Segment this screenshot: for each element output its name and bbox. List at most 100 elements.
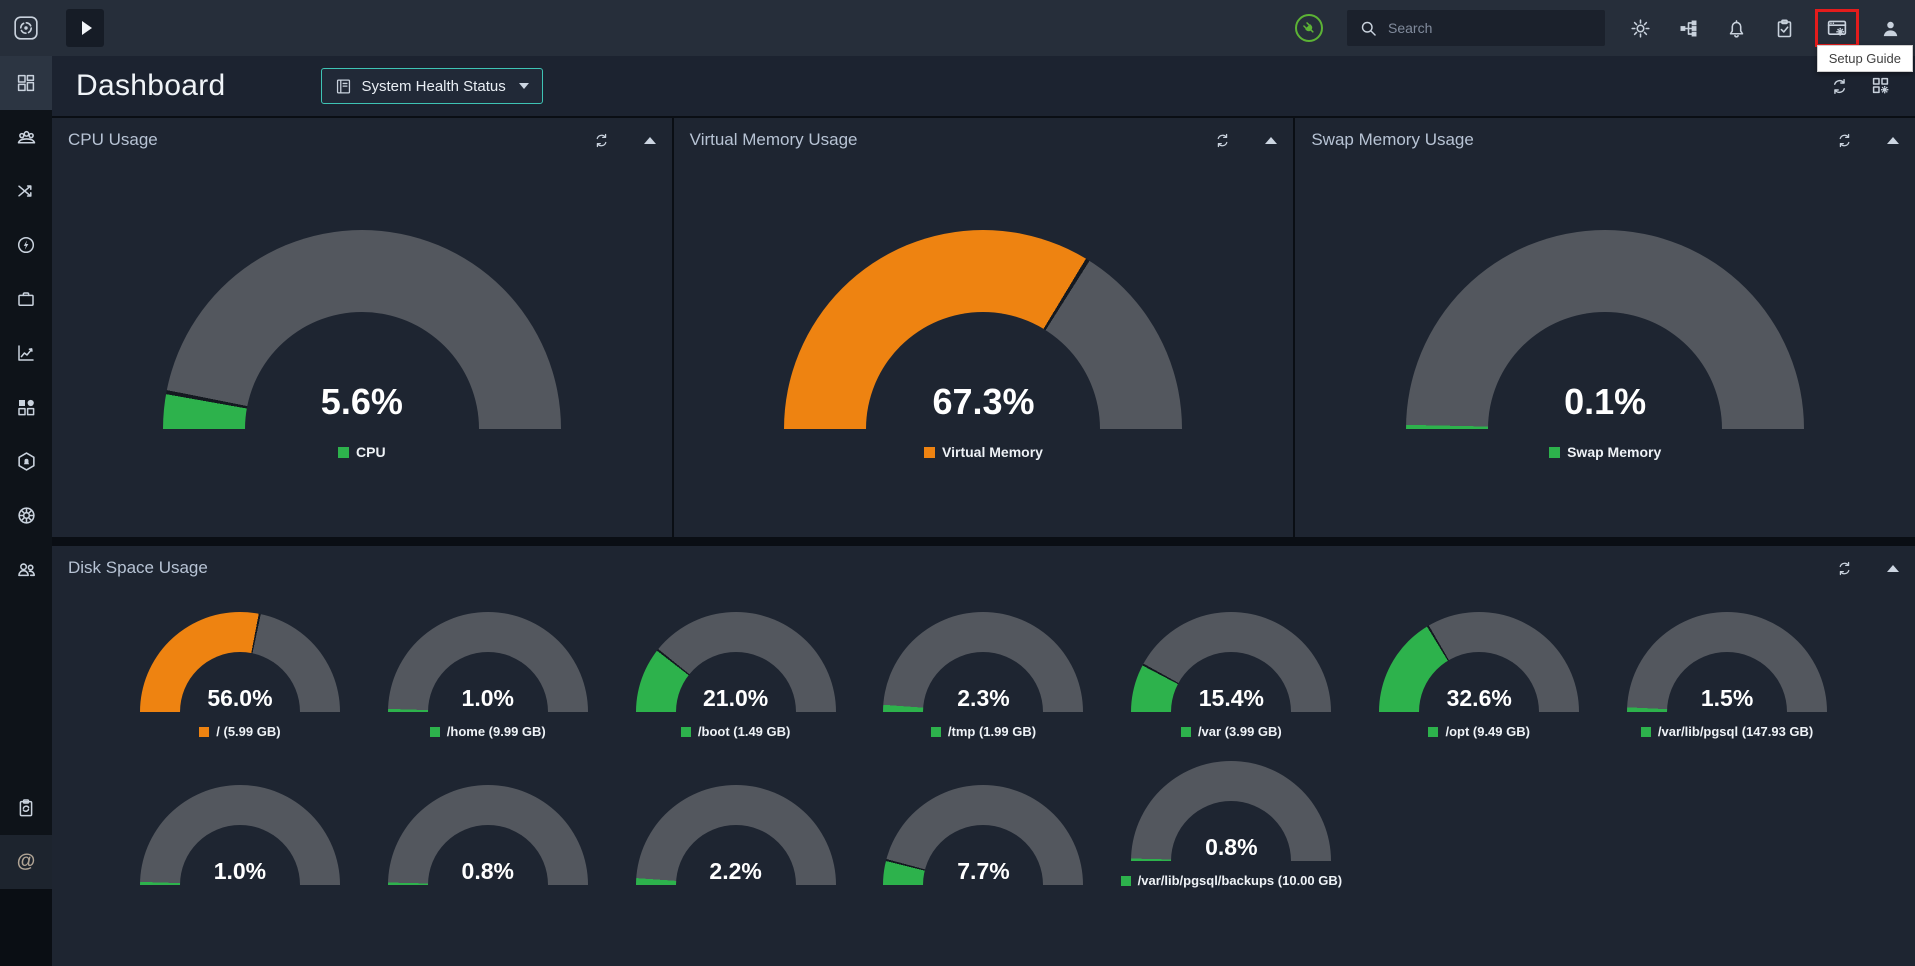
- sidebar-item-dashboard[interactable]: [0, 56, 52, 110]
- disk-gauge: 2.3%: [883, 612, 1084, 712]
- users-icon: [16, 559, 37, 580]
- panel-collapse-icon[interactable]: [1265, 136, 1278, 144]
- disk-gauge-cell: 15.4% /var (3.99 GB): [1107, 612, 1355, 739]
- reports-chart-icon: [16, 343, 36, 363]
- disk-gauge-cell: 21.0% /boot (1.49 GB): [612, 612, 860, 739]
- panel-disk-space-usage: Disk Space Usage 56.0% / (5.99 GB) 1.0% …: [52, 546, 1915, 966]
- alarm-hexagon-icon: [16, 451, 37, 472]
- main-content: Dashboard System Health Status CPU Usage…: [52, 56, 1915, 966]
- disk-gauge: 0.8%: [1131, 761, 1332, 861]
- app-logo[interactable]: [0, 0, 52, 56]
- legend-swatch: [338, 446, 350, 458]
- sidebar-item-admin[interactable]: [0, 488, 52, 542]
- page-header: Dashboard System Health Status: [52, 56, 1915, 118]
- sidebar-item-users[interactable]: [0, 542, 52, 596]
- sitemap-icon[interactable]: [1677, 17, 1699, 39]
- disk-gauge-cell: 2.2%: [612, 785, 860, 912]
- search-input[interactable]: [1388, 20, 1593, 36]
- panel-refresh-icon[interactable]: [1214, 132, 1231, 149]
- panel-refresh-icon[interactable]: [1836, 560, 1853, 577]
- tasks-clipboard-icon[interactable]: [1773, 17, 1795, 39]
- monitor-groups-icon: [16, 127, 37, 148]
- network-flow-icon: [16, 181, 36, 201]
- disk-gauge-cell: 2.3% /tmp (1.99 GB): [860, 612, 1108, 739]
- cpu-gauge: 5.6%: [162, 230, 561, 429]
- sidebar-item-network-flow[interactable]: [0, 164, 52, 218]
- gauge-value: 5.6%: [320, 381, 403, 422]
- page-title: Dashboard: [76, 69, 226, 102]
- sidebar-item-support[interactable]: @: [0, 835, 52, 889]
- panel-title: CPU Usage: [68, 130, 158, 149]
- sidebar-item-quick-actions[interactable]: [0, 218, 52, 272]
- sidebar-item-inventory[interactable]: [0, 272, 52, 326]
- disk-gauge-cell: 1.0%: [116, 785, 364, 912]
- settings-gear-icon[interactable]: [1629, 17, 1651, 39]
- refresh-icon[interactable]: [1829, 76, 1849, 96]
- gauge-value: 67.3%: [932, 381, 1035, 422]
- gauge-panels-row: CPU Usage 5.6% CPU Virtual Memory Usage …: [52, 118, 1915, 537]
- disk-gauge-cell: 7.7%: [860, 785, 1108, 912]
- dashboard-view-selector[interactable]: System Health Status: [321, 68, 543, 104]
- legend-swatch: [924, 446, 936, 458]
- notifications-bell-icon[interactable]: [1725, 17, 1747, 39]
- panel-refresh-icon[interactable]: [1836, 132, 1853, 149]
- panel-title: Virtual Memory Usage: [689, 130, 858, 149]
- disk-gauge: 1.0%: [139, 785, 340, 885]
- disk-gauge: 0.8%: [387, 785, 588, 885]
- disk-gauge-cell: 1.0% /home (9.99 GB): [364, 612, 612, 739]
- widgets-icon: [16, 397, 36, 417]
- gauge-value: 0.1%: [1564, 381, 1647, 422]
- panel-title: Swap Memory Usage: [1311, 130, 1474, 149]
- disk-gauge-cell: 56.0% / (5.99 GB): [116, 612, 364, 739]
- disk-gauge: 2.2%: [635, 785, 836, 885]
- dashboard-settings-icon[interactable]: [1871, 76, 1891, 96]
- panel-refresh-icon[interactable]: [593, 132, 610, 149]
- sidebar-item-audit[interactable]: [0, 781, 52, 835]
- disk-gauge: 56.0%: [139, 612, 340, 712]
- disk-gauge: 1.0%: [387, 612, 588, 712]
- expand-menu-button[interactable]: [66, 9, 104, 47]
- panel-collapse-icon[interactable]: [1887, 136, 1899, 144]
- app-logo-icon: [13, 15, 39, 41]
- top-bar: Setup Guide: [0, 0, 1915, 72]
- legend-swatch: [680, 726, 691, 737]
- legend-swatch: [1640, 726, 1651, 737]
- panel-collapse-icon[interactable]: [1887, 564, 1899, 572]
- panel-title: Disk Space Usage: [68, 558, 208, 577]
- dashboard-view-label: System Health Status: [361, 77, 506, 95]
- disk-gauge-cell: 32.6% /opt (9.49 GB): [1355, 612, 1603, 739]
- gauge-legend: CPU: [52, 444, 672, 460]
- sidebar-item-alarms[interactable]: [0, 434, 52, 488]
- sidebar-item-monitor-groups[interactable]: [0, 110, 52, 164]
- search-icon: [1359, 19, 1378, 38]
- sidebar-item-widgets[interactable]: [0, 380, 52, 434]
- quick-flash-icon: [16, 235, 36, 255]
- disk-gauge: 32.6%: [1379, 612, 1580, 712]
- search-box[interactable]: [1347, 10, 1605, 46]
- panel-swap-memory-usage: Swap Memory Usage 0.1% Swap Memory: [1295, 118, 1915, 537]
- panel-virtual-memory-usage: Virtual Memory Usage 67.3% Virtual Memor…: [673, 118, 1294, 537]
- user-profile-icon[interactable]: [1879, 17, 1901, 39]
- panel-collapse-icon[interactable]: [643, 136, 656, 144]
- support-at-icon: @: [16, 851, 36, 872]
- disk-gauge-cell: 0.8%: [364, 785, 612, 912]
- audit-clipboard-icon: [16, 798, 36, 818]
- admin-wheel-icon: [16, 505, 37, 526]
- legend-swatch: [1120, 875, 1131, 886]
- swap-memory-gauge: 0.1%: [1406, 230, 1805, 429]
- legend-swatch: [429, 726, 440, 737]
- disk-gauges-row-2: 1.0% 0.8% 2.2% 7.7% 0.8% /var/lib/pgsql/…: [52, 761, 1915, 912]
- disk-gauge: 21.0%: [635, 612, 836, 712]
- disk-gauge: 7.7%: [883, 785, 1084, 885]
- setup-guide-tooltip: Setup Guide: [1816, 45, 1913, 72]
- legend-swatch: [930, 726, 941, 737]
- chevron-down-icon: [518, 83, 529, 89]
- panel-cpu-usage: CPU Usage 5.6% CPU: [52, 118, 672, 537]
- sidebar-item-reports[interactable]: [0, 326, 52, 380]
- play-icon: [81, 21, 92, 35]
- dashboard-view-icon: [335, 78, 352, 95]
- virtual-memory-gauge: 67.3%: [784, 230, 1183, 429]
- setup-guide-icon[interactable]: [1826, 17, 1848, 39]
- health-plug-icon[interactable]: [1295, 14, 1323, 42]
- disk-gauge-cell: 0.8% /var/lib/pgsql/backups (10.00 GB): [1107, 761, 1355, 888]
